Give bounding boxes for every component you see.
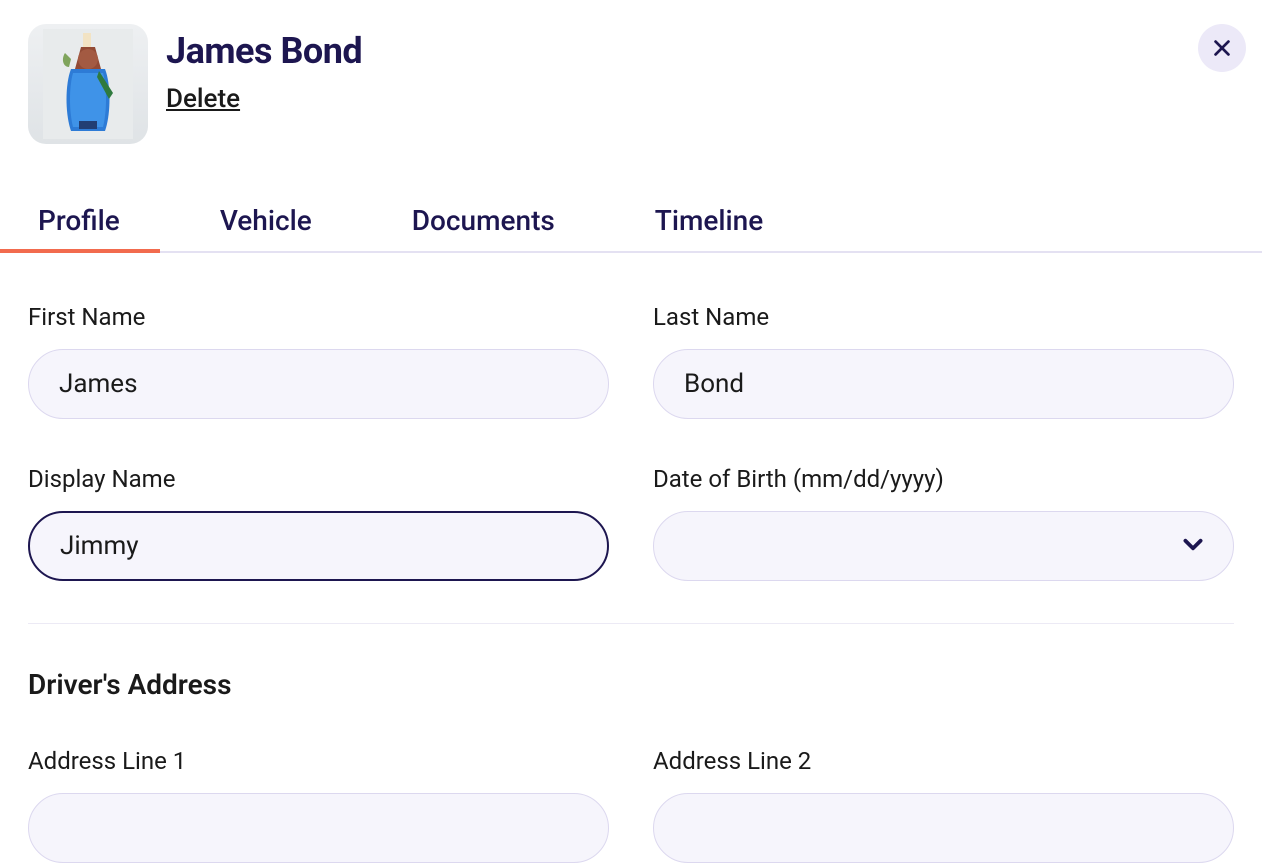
name-block: James Bond Delete	[166, 24, 362, 114]
address1-input[interactable]	[28, 793, 609, 863]
field-dob: Date of Birth (mm/dd/yyyy)	[653, 465, 1234, 581]
tab-documents[interactable]: Documents	[412, 204, 555, 251]
delete-link[interactable]: Delete	[166, 84, 240, 114]
avatar	[28, 24, 148, 144]
field-address-1: Address Line 1	[28, 747, 609, 863]
avatar-image	[43, 29, 133, 139]
close-button[interactable]	[1198, 24, 1246, 72]
display-name-label: Display Name	[28, 465, 609, 493]
tabs: Profile Vehicle Documents Timeline	[0, 204, 1262, 253]
field-first-name: First Name	[28, 303, 609, 419]
tab-timeline[interactable]: Timeline	[655, 204, 763, 251]
dob-label: Date of Birth (mm/dd/yyyy)	[653, 465, 1234, 493]
display-name-input[interactable]	[28, 511, 609, 581]
last-name-label: Last Name	[653, 303, 1234, 331]
address2-input[interactable]	[653, 793, 1234, 863]
tab-vehicle[interactable]: Vehicle	[220, 204, 312, 251]
field-display-name: Display Name	[28, 465, 609, 581]
section-divider	[28, 623, 1234, 624]
address-section-title: Driver's Address	[28, 668, 1234, 701]
tab-profile[interactable]: Profile	[38, 204, 120, 251]
field-address-2: Address Line 2	[653, 747, 1234, 863]
dob-input[interactable]	[653, 511, 1234, 581]
close-icon	[1211, 37, 1233, 59]
header: James Bond Delete	[0, 0, 1262, 144]
address1-label: Address Line 1	[28, 747, 609, 775]
last-name-input[interactable]	[653, 349, 1234, 419]
form-area: First Name Last Name Display Name Date o…	[0, 253, 1262, 863]
address2-label: Address Line 2	[653, 747, 1234, 775]
profile-name: James Bond	[166, 30, 362, 72]
first-name-label: First Name	[28, 303, 609, 331]
field-last-name: Last Name	[653, 303, 1234, 419]
first-name-input[interactable]	[28, 349, 609, 419]
